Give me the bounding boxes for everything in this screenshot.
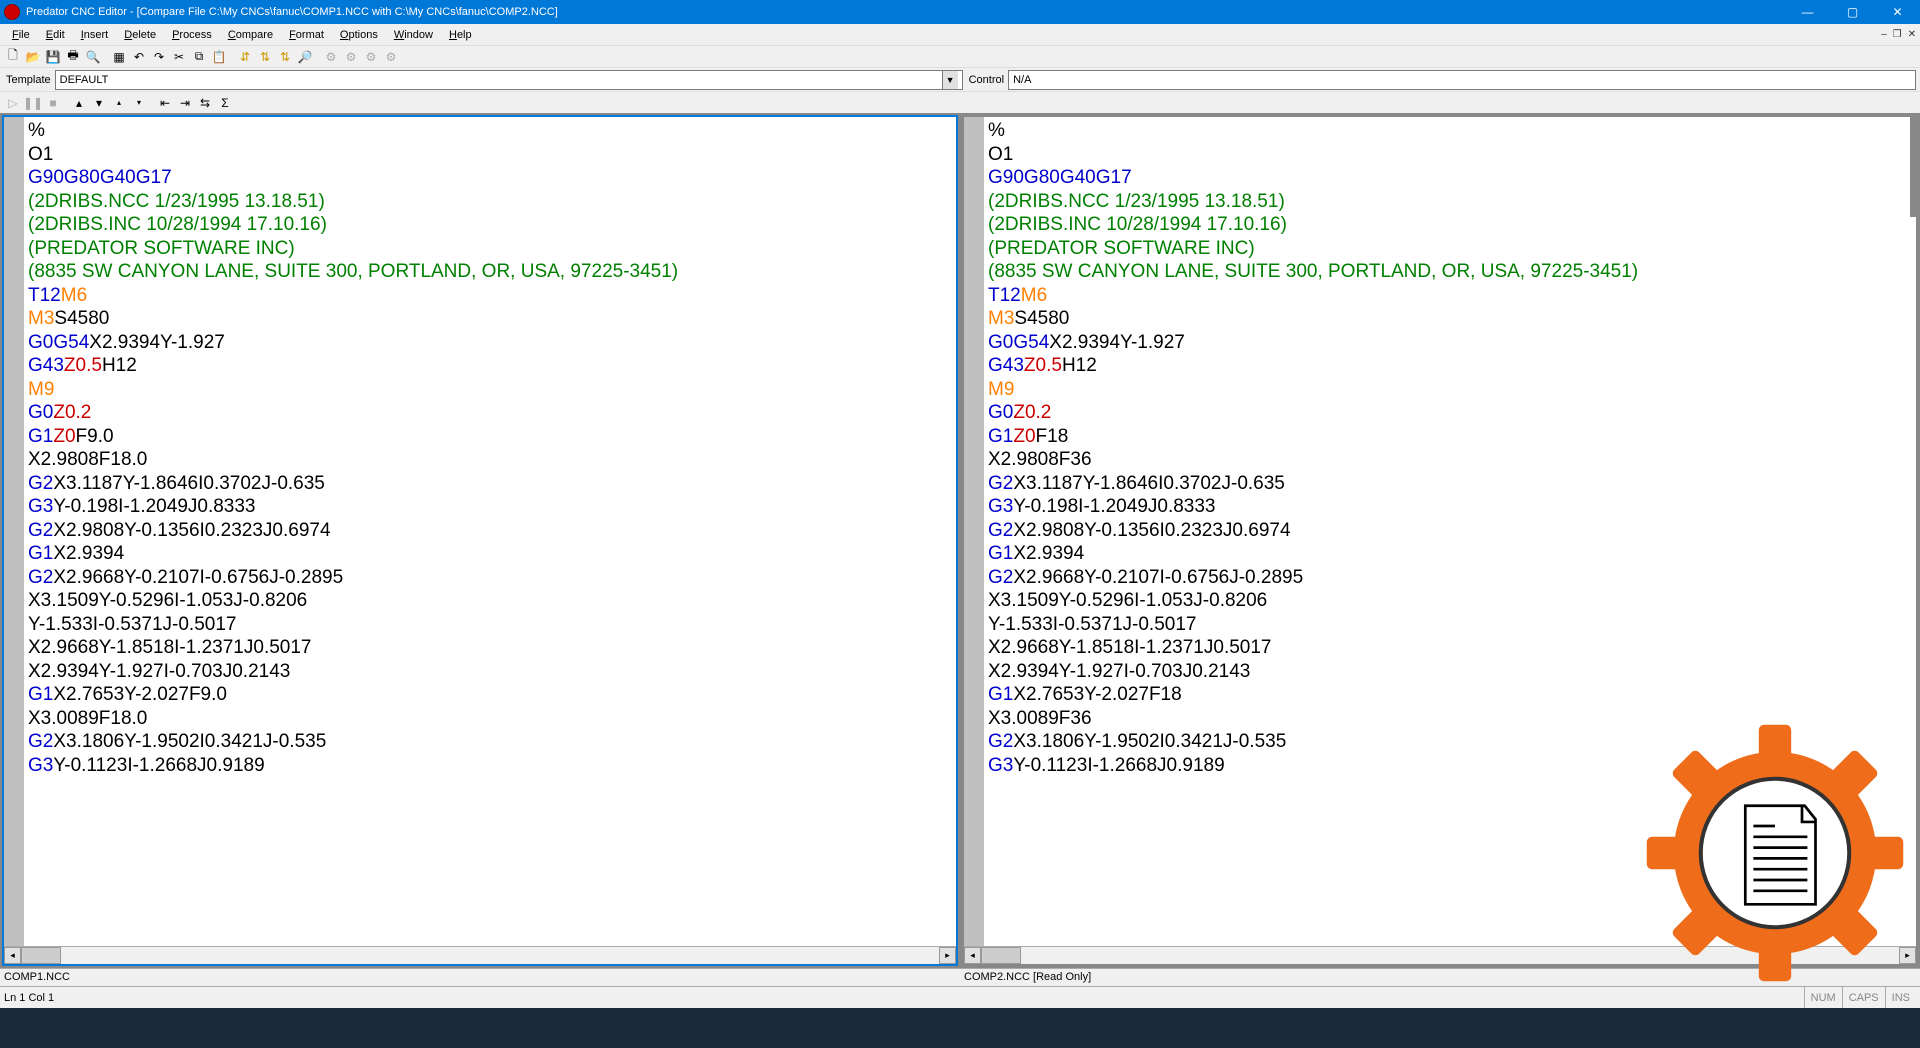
open-file-icon[interactable]: 📂	[24, 48, 42, 66]
tool-4-icon[interactable]: ⚙	[322, 48, 340, 66]
copy-right-icon[interactable]: ⇥	[176, 94, 194, 112]
scroll-right-icon[interactable]: ▸	[939, 947, 956, 964]
undo-icon[interactable]: ↶	[130, 48, 148, 66]
title-bar: Predator CNC Editor - [Compare File C:\M…	[0, 0, 1920, 24]
print-icon[interactable]: 🖶	[64, 48, 82, 66]
right-gutter	[964, 117, 984, 946]
template-value: DEFAULT	[60, 74, 942, 86]
status-ins: INS	[1885, 987, 1916, 1009]
maximize-button[interactable]: ▢	[1830, 0, 1875, 24]
tool-5-icon[interactable]: ⚙	[342, 48, 360, 66]
status-bar: Ln 1 Col 1 NUM CAPS INS	[0, 986, 1920, 1008]
scroll-left-icon[interactable]: ◂	[4, 947, 21, 964]
left-pane: % O1 G90G80G40G17 (2DRIBS.NCC 1/23/1995 …	[2, 115, 958, 966]
paste-icon[interactable]: 📋	[210, 48, 228, 66]
menu-file[interactable]: File	[4, 27, 38, 43]
redo-icon[interactable]: ↷	[150, 48, 168, 66]
scroll-thumb[interactable]	[21, 947, 61, 964]
select-all-icon[interactable]: ▦	[110, 48, 128, 66]
window-title: Predator CNC Editor - [Compare File C:\M…	[26, 6, 1785, 18]
save-icon[interactable]: 💾	[44, 48, 62, 66]
dropdown-icon[interactable]: ▼	[942, 71, 958, 89]
play-icon[interactable]: ▷	[4, 94, 22, 112]
mdi-restore-icon[interactable]: ❐	[1893, 29, 1902, 40]
compare-area: % O1 G90G80G40G17 (2DRIBS.NCC 1/23/1995 …	[0, 113, 1920, 968]
taskbar[interactable]	[0, 1008, 1920, 1048]
control-value: N/A	[1013, 74, 1911, 86]
up-small-icon[interactable]: ▴	[110, 94, 128, 112]
down-small-icon[interactable]: ▾	[130, 94, 148, 112]
status-caps: CAPS	[1842, 987, 1885, 1009]
vscroll-indicator[interactable]	[1910, 117, 1916, 217]
mdi-minimize-icon[interactable]: –	[1881, 29, 1887, 40]
right-file-label: COMP2.NCC [Read Only]	[960, 968, 1920, 986]
print-preview-icon[interactable]: 🔍	[84, 48, 102, 66]
menu-format[interactable]: Format	[281, 27, 332, 43]
copy-left-icon[interactable]: ⇤	[156, 94, 174, 112]
tool-6-icon[interactable]: ⚙	[362, 48, 380, 66]
playback-toolbar: ▷ ❚❚ ■ ▴ ▾ ▴ ▾ ⇤ ⇥ ⇆ Σ	[0, 91, 1920, 113]
template-combo[interactable]: DEFAULT ▼	[55, 70, 963, 90]
menu-options[interactable]: Options	[332, 27, 386, 43]
menu-delete[interactable]: Delete	[116, 27, 164, 43]
sigma-icon[interactable]: Σ	[216, 94, 234, 112]
scroll-left-icon[interactable]: ◂	[964, 947, 981, 964]
tool-7-icon[interactable]: ⚙	[382, 48, 400, 66]
menu-insert[interactable]: Insert	[73, 27, 117, 43]
scroll-thumb[interactable]	[981, 947, 1021, 964]
menu-compare[interactable]: Compare	[220, 27, 281, 43]
combo-bar: Template DEFAULT ▼ Control N/A	[0, 67, 1920, 91]
cut-icon[interactable]: ✂	[170, 48, 188, 66]
prev-diff-icon[interactable]: ▴	[70, 94, 88, 112]
merge-icon[interactable]: ⇆	[196, 94, 214, 112]
next-diff-icon[interactable]: ▾	[90, 94, 108, 112]
app-icon	[4, 4, 20, 20]
left-editor[interactable]: % O1 G90G80G40G17 (2DRIBS.NCC 1/23/1995 …	[24, 117, 956, 946]
control-combo[interactable]: N/A	[1008, 70, 1916, 90]
copy-icon[interactable]: ⧉	[190, 48, 208, 66]
find-icon[interactable]: 🔎	[296, 48, 314, 66]
main-toolbar: 🗋 📂 💾 🖶 🔍 ▦ ↶ ↷ ✂ ⧉ 📋 ⇵ ⇅ ⇅ 🔎 ⚙ ⚙ ⚙ ⚙	[0, 45, 1920, 67]
tool-3-icon[interactable]: ⇅	[276, 48, 294, 66]
mdi-close-icon[interactable]: ✕	[1908, 29, 1916, 40]
right-pane: % O1 G90G80G40G17 (2DRIBS.NCC 1/23/1995 …	[962, 115, 1918, 966]
menu-help[interactable]: Help	[441, 27, 480, 43]
tool-2-icon[interactable]: ⇅	[256, 48, 274, 66]
right-editor[interactable]: % O1 G90G80G40G17 (2DRIBS.NCC 1/23/1995 …	[984, 117, 1916, 946]
pause-icon[interactable]: ❚❚	[24, 94, 42, 112]
minimize-button[interactable]: —	[1785, 0, 1830, 24]
template-label: Template	[4, 74, 51, 86]
left-hscroll[interactable]: ◂ ▸	[4, 946, 956, 964]
new-file-icon[interactable]: 🗋	[4, 48, 22, 66]
tool-1-icon[interactable]: ⇵	[236, 48, 254, 66]
menu-edit[interactable]: Edit	[38, 27, 73, 43]
right-hscroll[interactable]: ◂ ▸	[964, 946, 1916, 964]
left-file-label: COMP1.NCC	[0, 968, 960, 986]
close-button[interactable]: ✕	[1875, 0, 1920, 24]
menu-window[interactable]: Window	[386, 27, 441, 43]
left-gutter	[4, 117, 24, 946]
status-num: NUM	[1804, 987, 1842, 1009]
control-label: Control	[967, 74, 1004, 86]
scroll-right-icon[interactable]: ▸	[1899, 947, 1916, 964]
menu-process[interactable]: Process	[164, 27, 220, 43]
cursor-position: Ln 1 Col 1	[4, 992, 54, 1004]
menu-bar: FileEditInsertDeleteProcessCompareFormat…	[0, 24, 1920, 45]
stop-icon[interactable]: ■	[44, 94, 62, 112]
